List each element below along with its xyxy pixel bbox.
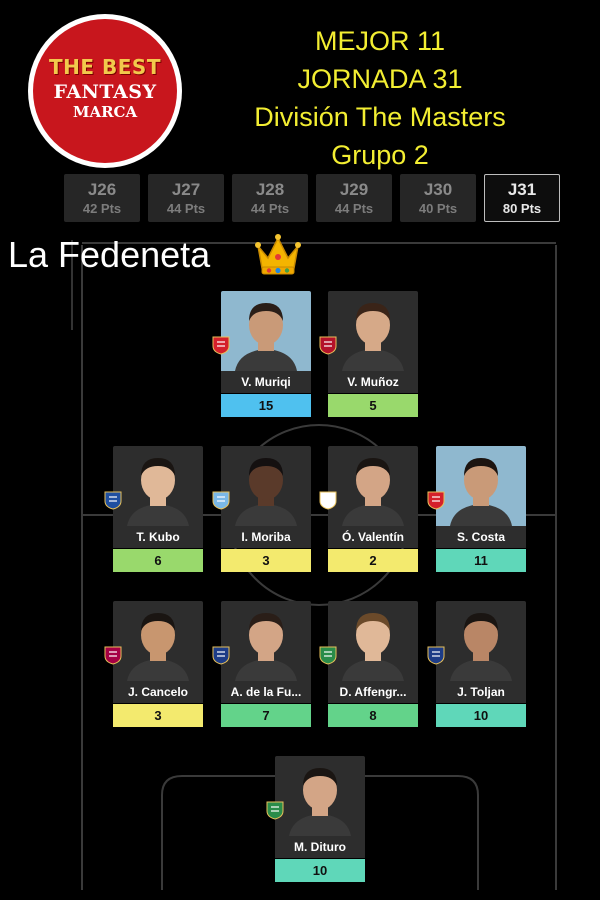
mallorca-crest-icon	[212, 336, 230, 355]
tab-points: 42 Pts	[82, 201, 122, 216]
player-card-munoz[interactable]: V. Muñoz 5	[319, 291, 418, 417]
rayo-vallecano-crest-icon	[319, 491, 337, 510]
player-photo	[436, 446, 526, 526]
player-name: J. Cancelo	[113, 681, 203, 703]
levante-crest-icon	[427, 646, 445, 665]
player-card-affengruber[interactable]: D. Affengr... 8	[319, 601, 418, 727]
player-points: 7	[221, 704, 311, 727]
player-name: S. Costa	[436, 526, 526, 548]
tab-points: 44 Pts	[166, 201, 206, 216]
player-card-moriba[interactable]: I. Moriba 3	[212, 446, 311, 572]
player-photo	[328, 291, 418, 371]
player-points: 6	[113, 549, 203, 572]
title-line: JORNADA 31	[297, 64, 463, 94]
title-line: MEJOR 11	[314, 26, 446, 56]
osasuna-crest-icon	[319, 336, 337, 355]
tab-j31[interactable]: J31 80 Pts	[484, 174, 560, 222]
barcelona-crest-icon	[104, 646, 122, 665]
tab-j26[interactable]: J26 42 Pts	[64, 174, 140, 222]
logo-line-1: THE BEST	[49, 55, 161, 79]
tab-j30[interactable]: J30 40 Pts	[400, 174, 476, 222]
player-card-valentin[interactable]: Ó. Valentín 2	[319, 446, 418, 572]
player-points: 3	[221, 549, 311, 572]
player-name: T. Kubo	[113, 526, 203, 548]
player-name: I. Moriba	[221, 526, 311, 548]
logo-line-2: FANTASY	[53, 81, 157, 103]
player-card-costa[interactable]: S. Costa 11	[427, 446, 526, 572]
tab-label: J31	[507, 180, 537, 199]
player-name: V. Muñoz	[328, 371, 418, 393]
player-points: 3	[113, 704, 203, 727]
tab-points: 44 Pts	[334, 201, 374, 216]
player-card-toljan[interactable]: J. Toljan 10	[427, 601, 526, 727]
tab-label: J29	[339, 180, 369, 199]
celta-crest-icon	[212, 491, 230, 510]
tab-points: 80 Pts	[502, 201, 542, 216]
player-name: M. Dituro	[275, 836, 365, 858]
tab-j27[interactable]: J27 44 Pts	[148, 174, 224, 222]
page-titles: MEJOR 11 JORNADA 31 División The Masters…	[220, 22, 540, 174]
player-points: 10	[275, 859, 365, 882]
player-points: 11	[436, 549, 526, 572]
tab-label: J28	[255, 180, 285, 199]
player-name: V. Muriqi	[221, 371, 311, 393]
tab-points: 40 Pts	[418, 201, 458, 216]
tab-label: J27	[171, 180, 201, 199]
team-name: La Fedeneta	[8, 234, 211, 275]
player-points: 10	[436, 704, 526, 727]
tab-j29[interactable]: J29 44 Pts	[316, 174, 392, 222]
real-sociedad-crest-icon	[104, 491, 122, 510]
tab-j28[interactable]: J28 44 Pts	[232, 174, 308, 222]
player-photo	[221, 291, 311, 371]
player-card-kubo[interactable]: T. Kubo 6	[104, 446, 203, 572]
elche-crest-icon	[266, 801, 284, 820]
player-photo	[328, 601, 418, 681]
player-points: 5	[328, 394, 418, 417]
player-card-cancelo[interactable]: J. Cancelo 3	[104, 601, 203, 727]
player-photo	[113, 446, 203, 526]
player-name: Ó. Valentín	[328, 526, 418, 548]
round-tabs: J26 42 Pts J27 44 Pts J28 44 Pts J29 44 Pts …	[64, 174, 568, 222]
player-photo	[113, 601, 203, 681]
crown-icon	[255, 234, 301, 275]
levante-crest-icon	[212, 646, 230, 665]
player-photo	[328, 446, 418, 526]
tab-points: 44 Pts	[250, 201, 290, 216]
mallorca-crest-icon	[427, 491, 445, 510]
player-points: 2	[328, 549, 418, 572]
player-points: 15	[221, 394, 311, 417]
player-photo	[436, 601, 526, 681]
tab-label: J26	[87, 180, 117, 199]
player-card-muriqi[interactable]: V. Muriqi 15	[212, 291, 311, 417]
player-name: J. Toljan	[436, 681, 526, 703]
player-card-de-la-fuente[interactable]: A. de la Fu... 7	[212, 601, 311, 727]
player-points: 8	[328, 704, 418, 727]
player-name: D. Affengr...	[328, 681, 418, 703]
player-photo	[221, 446, 311, 526]
logo-line-3: MARCA	[72, 103, 138, 121]
player-photo	[221, 601, 311, 681]
elche-crest-icon	[319, 646, 337, 665]
the-best-fantasy-marca-logo: THE BEST FANTASY MARCA	[28, 14, 182, 168]
player-card-dituro[interactable]: M. Dituro 10	[266, 756, 365, 882]
title-line: División The Masters	[254, 102, 506, 132]
player-photo	[275, 756, 365, 836]
player-name: A. de la Fu...	[221, 681, 311, 703]
title-line: Grupo 2	[331, 140, 429, 170]
tab-label: J30	[423, 180, 453, 199]
